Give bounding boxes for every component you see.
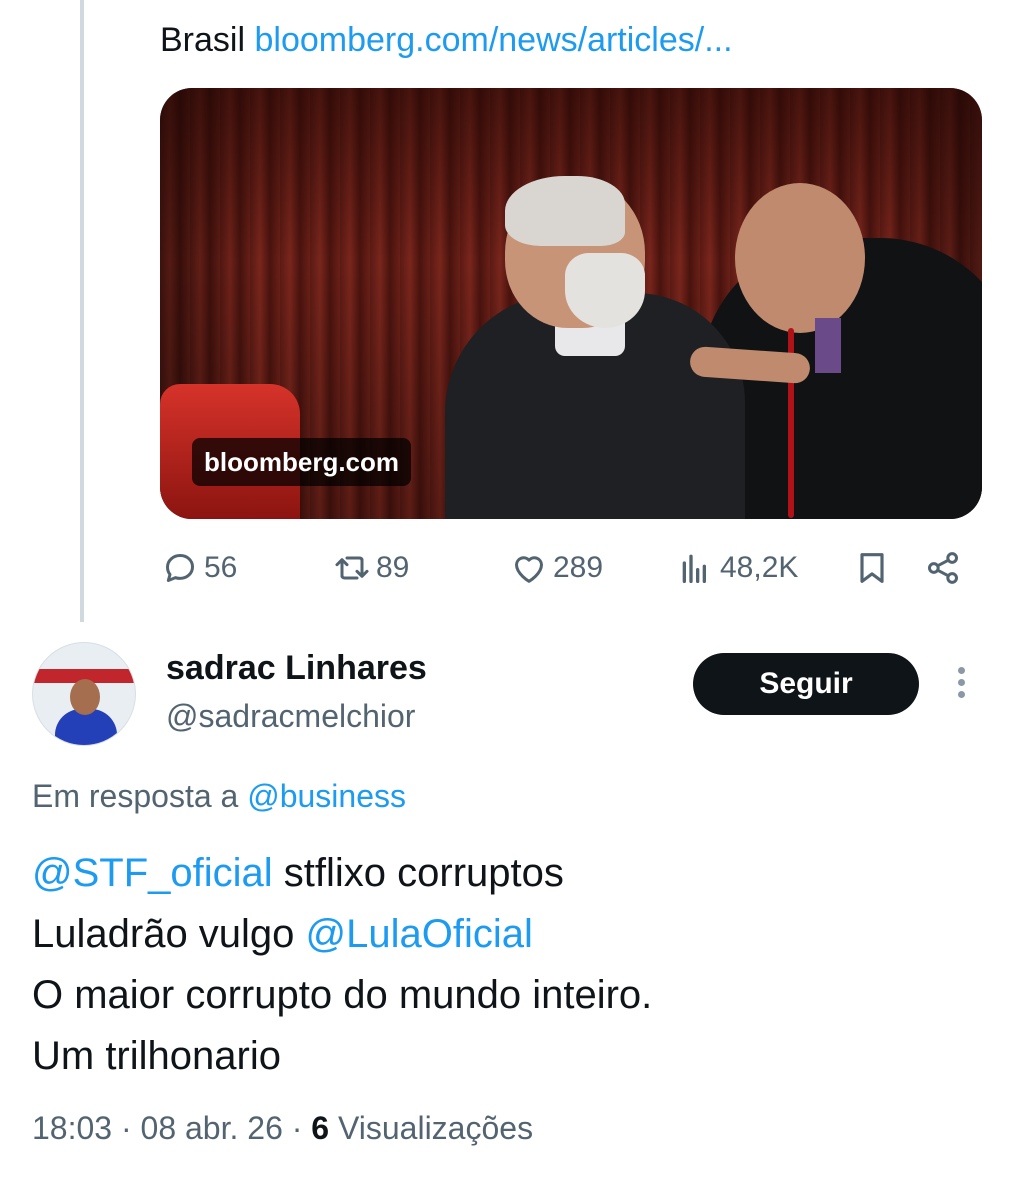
link-prefix: Brasil [160,21,246,59]
tweet-line-1: @STF_oficial stflixo corruptos [32,843,972,904]
bookmark-icon [852,548,892,588]
tweet-time[interactable]: 18:03 [32,1110,112,1146]
like-action[interactable]: 289 [509,540,603,596]
tweet-text: @STF_oficial stflixo corruptos Luladrão … [32,843,972,1087]
bookmark-button[interactable] [852,540,892,596]
tweet-view-count: 6 [311,1110,330,1146]
author-handle[interactable]: @sadracmelchior [166,696,415,736]
person-left-beard [565,253,645,328]
avatar[interactable] [32,642,136,746]
media-source-badge: bloomberg.com [192,438,412,486]
share-button[interactable] [923,540,963,596]
article-image-card[interactable]: bloomberg.com [160,88,982,519]
quoted-link-line: Brasil bloomberg.com/news/articles/... [160,18,733,62]
tweet-line-4: Um trilhonario [32,1034,281,1078]
more-options-icon[interactable] [948,662,974,706]
reply-icon [160,548,200,588]
like-icon [509,548,549,588]
retweet-icon [332,548,372,588]
meta-separator: · [291,1110,303,1146]
author-name[interactable]: sadrac Linhares [166,648,427,688]
views-action[interactable]: 48,2K [676,540,798,596]
reply-to-handle[interactable]: @business [247,778,406,814]
tweet-meta: 18:03 · 08 abr. 26 · 6 Visualizações [32,1106,533,1150]
person-right-tie [815,318,841,373]
views-count: 48,2K [720,551,799,584]
reply-context: Em resposta a @business [32,774,406,818]
follow-button[interactable]: Seguir [693,653,919,715]
tweet-line-1-text: stflixo corruptos [272,851,564,895]
tweet-line-2-text: Luladrão vulgo [32,912,306,956]
person-right-head [735,183,865,333]
mention-stf[interactable]: @STF_oficial [32,851,273,895]
thread-connector-line [80,0,84,622]
reply-count: 56 [204,551,238,584]
meta-separator: · [120,1110,132,1146]
tweet-date[interactable]: 08 abr. 26 [141,1110,283,1146]
retweet-action[interactable]: 89 [332,540,409,596]
tweet-line-2: Luladrão vulgo @LulaOficial [32,904,972,965]
person-left-hair [505,176,625,246]
views-icon [676,548,716,588]
tweet-actions-bar: 56 89 289 48,2K [160,540,980,596]
reply-to-label: Em resposta a [32,778,239,814]
mention-lula[interactable]: @LulaOficial [306,912,533,956]
share-icon [923,548,963,588]
tweet-views-label: Visualizações [337,1110,534,1146]
avatar-person-head [70,679,100,715]
retweet-count: 89 [376,551,410,584]
article-link[interactable]: bloomberg.com/news/articles/... [254,21,732,59]
like-count: 289 [553,551,604,584]
reply-action[interactable]: 56 [160,540,237,596]
tweet-line-3: O maior corrupto do mundo inteiro. [32,973,653,1017]
